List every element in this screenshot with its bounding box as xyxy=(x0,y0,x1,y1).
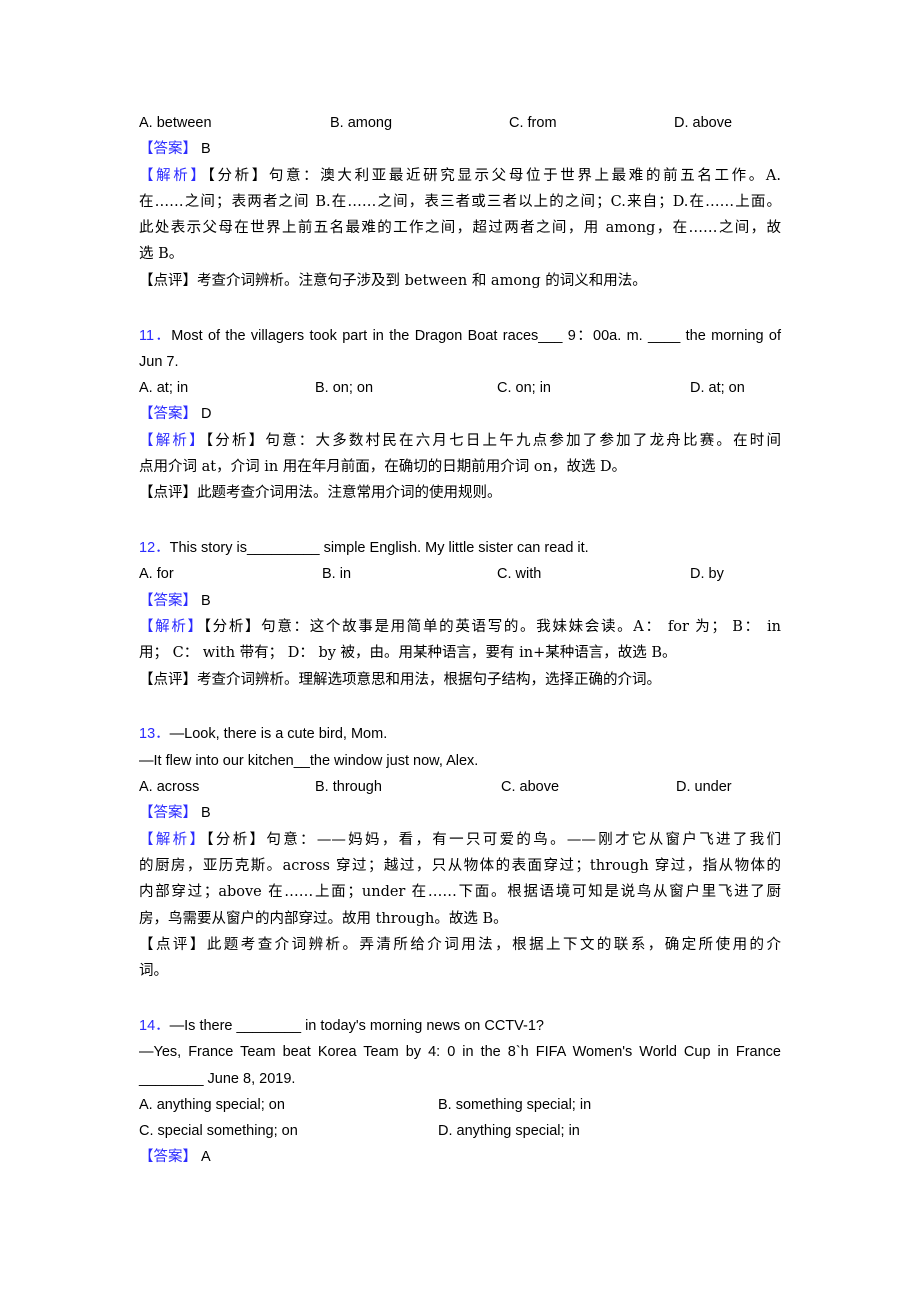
question-12: 12．This story is_________ simple English… xyxy=(139,535,781,693)
answer-line: 【答案】 B xyxy=(139,136,781,162)
options-row: A. between B. among C. from D. above xyxy=(139,110,781,136)
analysis-line: 选 B。 xyxy=(139,246,184,263)
stem-text: Most of the villagers took part in the D… xyxy=(171,327,781,344)
option-c: C. special something; on xyxy=(139,1123,298,1140)
question-number: 11． xyxy=(139,327,172,344)
option-b: B. on; on xyxy=(315,380,374,397)
answer-line: 【答案】 A xyxy=(139,1144,781,1170)
option-a: A. across xyxy=(139,779,200,796)
analysis-line: 【解析】【分析】句意：大多数村民在六月七日上午九点参加了参加了龙舟比赛。在时间 xyxy=(139,428,781,454)
option-d: D. anything special; in xyxy=(438,1123,580,1140)
option-c: C. above xyxy=(501,779,560,796)
options-row: C. special something; on D. anything spe… xyxy=(139,1118,781,1144)
answer-line: 【答案】 B xyxy=(139,800,781,826)
option-a: A. for xyxy=(139,566,174,583)
stem-text: —Is there ________ in today's morning ne… xyxy=(169,1017,544,1034)
analysis-line: 的厨房，亚历克斯。across 穿过；越过，只从物体的表面穿过；through … xyxy=(139,857,781,874)
option-a: A. at; in xyxy=(139,380,189,397)
answer-label: 【答案】 xyxy=(139,805,197,822)
comment-line: 词。 xyxy=(139,963,168,980)
answer-label: 【答案】 xyxy=(139,406,197,423)
answer-value: D xyxy=(201,406,212,423)
answer-label: 【答案】 xyxy=(139,141,197,158)
analysis-label: 【解析】 xyxy=(139,167,208,184)
answer-line: 【答案】 B xyxy=(139,588,781,614)
question-stem: 12．This story is_________ simple English… xyxy=(139,535,781,561)
analysis-label: 【解析】 xyxy=(139,432,206,449)
comment-line: 【点评】考查介词辨析。注意句子涉及到 between 和 among 的词义和用… xyxy=(139,272,647,289)
options-row: A. anything special; on B. something spe… xyxy=(139,1092,781,1118)
question-number: 14． xyxy=(139,1017,170,1034)
option-d: D. under xyxy=(676,779,732,796)
option-c: C. from xyxy=(509,115,557,131)
question-number: 13． xyxy=(139,726,170,743)
question-11: 11．Most of the villagers took part in th… xyxy=(139,323,781,507)
option-d: D. by xyxy=(690,566,724,583)
question-stem: 13．—Look, there is a cute bird, Mom. xyxy=(139,721,781,747)
question-stem: 14．—Is there ________ in today's morning… xyxy=(139,1013,781,1039)
option-b: B. through xyxy=(315,779,382,796)
comment-line: 【点评】此题考查介词用法。注意常用介词的使用规则。 xyxy=(139,485,502,502)
option-a: A. between xyxy=(139,115,212,131)
stem-text: —Look, there is a cute bird, Mom. xyxy=(169,726,388,743)
option-c: C. on; in xyxy=(497,380,551,397)
option-b: B. in xyxy=(322,566,352,583)
stem-text: This story is_________ simple English. M… xyxy=(169,540,589,557)
analysis-line: 点用介词 at，介词 in 用在年月前面，在确切的日期前用介词 on，故选 D。 xyxy=(139,459,627,476)
question-number: 12． xyxy=(139,540,170,557)
answer-value: B xyxy=(201,592,211,609)
answer-value: A xyxy=(201,1149,211,1166)
option-c: C. with xyxy=(497,566,542,583)
analysis-text: 【分析】句意：——妈妈，看，有一只可爱的鸟。——刚才它从窗户飞进了我们 xyxy=(206,831,782,848)
question-stem: Jun 7. xyxy=(139,353,179,370)
option-b: B. among xyxy=(330,115,393,131)
comment-line: 【点评】考查介词辨析。理解选项意思和用法，根据句子结构，选择正确的介词。 xyxy=(139,671,661,688)
answer-label: 【答案】 xyxy=(139,1149,197,1166)
answer-line: 【答案】 D xyxy=(139,401,781,427)
option-b: B. something special; in xyxy=(438,1096,592,1113)
answer-value: B xyxy=(201,141,211,158)
options-row: A. across B. through C. above D. under xyxy=(139,774,781,800)
analysis-line: 【解析】【分析】句意：这个故事是用简单的英语写的。我妹妹会读。A： for 为；… xyxy=(139,614,781,640)
question-14: 14．—Is there ________ in today's morning… xyxy=(139,1013,781,1171)
option-d: D. at; on xyxy=(690,380,745,397)
analysis-line: 此处表示父母在世界上前五名最难的工作之间，超过两者之间，用 among，在……之… xyxy=(139,220,781,237)
question-13: 13．—Look, there is a cute bird, Mom. —It… xyxy=(139,721,781,984)
question-stem: —Yes, France Team beat Korea Team by 4: … xyxy=(139,1044,781,1061)
analysis-text: 【分析】句意：这个故事是用简单的英语写的。我妹妹会读。A： for 为； B： … xyxy=(203,619,781,636)
answer-value: B xyxy=(201,805,211,822)
option-d: D. above xyxy=(674,115,733,131)
question-10: A. between B. among C. from D. above 【答案… xyxy=(139,110,781,294)
question-stem: 11．Most of the villagers took part in th… xyxy=(139,323,781,349)
analysis-text: 【分析】句意：大多数村民在六月七日上午九点参加了参加了龙舟比赛。在时间 xyxy=(205,432,782,449)
document-page: A. between B. among C. from D. above 【答案… xyxy=(139,110,781,1171)
analysis-line: 在……之间；表两者之间 B.在……之间，表三者或三者以上的之间；C.来自；D.在… xyxy=(139,193,781,210)
analysis-text: 【分析】句意：澳大利亚最近研究显示父母位于世界上最难的前五名工作。A. xyxy=(207,167,782,184)
analysis-line: 内部穿过；above 在……上面；under 在……下面。根据语境可知是说鸟从窗… xyxy=(139,884,781,901)
question-stem: —It flew into our kitchen__the window ju… xyxy=(139,752,479,769)
analysis-line: 【解析】【分析】句意：澳大利亚最近研究显示父母位于世界上最难的前五名工作。A. xyxy=(139,163,781,189)
option-a: A. anything special; on xyxy=(139,1096,285,1113)
analysis-label: 【解析】 xyxy=(139,619,204,636)
analysis-label: 【解析】 xyxy=(139,831,207,848)
question-stem: ________ June 8, 2019. xyxy=(139,1070,296,1087)
options-row: A. for B. in C. with D. by xyxy=(139,561,781,587)
analysis-line: 房，鸟需要从窗户的内部穿过。故用 through。故选 B。 xyxy=(139,910,508,927)
options-row: A. at; in B. on; on C. on; in D. at; on xyxy=(139,375,781,401)
answer-label: 【答案】 xyxy=(139,592,197,609)
comment-line: 【点评】此题考查介词辨析。弄清所给介词用法，根据上下文的联系，确定所使用的介 xyxy=(139,936,781,953)
analysis-line: 用； C： with 带有； D： by 被，由。用某种语言，要有 in+某种语… xyxy=(139,645,677,662)
analysis-line: 【解析】【分析】句意：——妈妈，看，有一只可爱的鸟。——刚才它从窗户飞进了我们 xyxy=(139,827,781,853)
